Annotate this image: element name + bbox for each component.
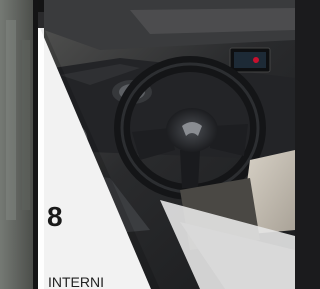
gallery-slide[interactable]: 8 INTERNI <box>0 0 295 289</box>
caption-panel <box>0 0 295 289</box>
slide-number: 8 <box>47 201 63 232</box>
previous-slide-area[interactable] <box>0 0 40 289</box>
slide-caption: INTERNI <box>48 274 104 289</box>
